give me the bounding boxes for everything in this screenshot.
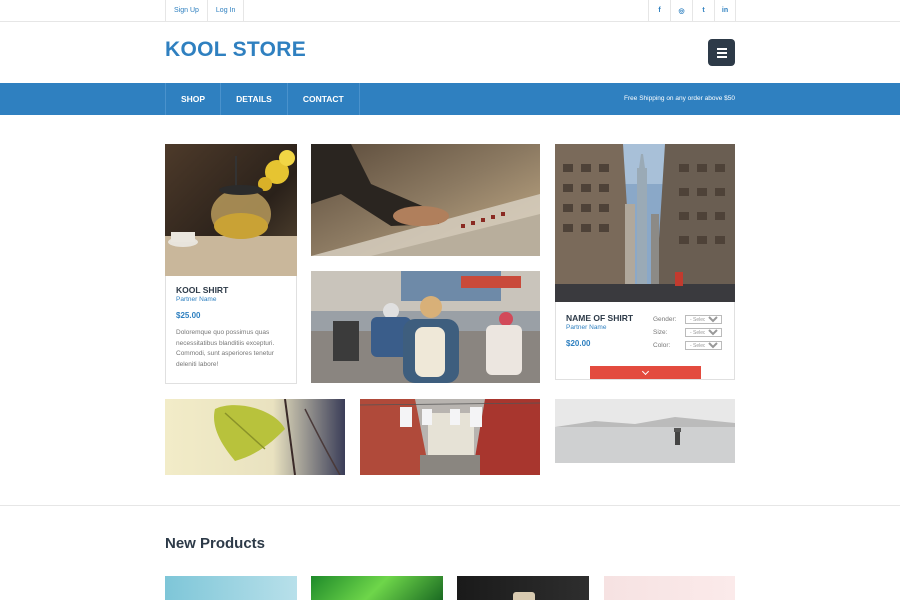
sea-photo[interactable] bbox=[555, 399, 735, 463]
gender-select[interactable]: - Select - bbox=[685, 315, 722, 324]
product-options: Gender: - Select - Size: - Select - Colo… bbox=[653, 313, 722, 352]
dribbble-icon[interactable]: ◎ bbox=[670, 0, 692, 21]
shipping-notice: Free Shipping on any order above $50 bbox=[624, 95, 735, 102]
expand-button[interactable] bbox=[590, 366, 701, 379]
size-label: Size: bbox=[653, 329, 668, 336]
section-divider bbox=[0, 505, 900, 506]
partner-name[interactable]: Partner Name bbox=[176, 296, 284, 303]
auth-links: Sign Up Log In bbox=[165, 0, 245, 21]
leaf-photo[interactable] bbox=[165, 399, 345, 475]
signup-link[interactable]: Sign Up bbox=[165, 0, 207, 21]
nav-item-details[interactable]: DETAILS bbox=[220, 83, 287, 115]
new-product-thumb-4[interactable] bbox=[604, 576, 735, 600]
new-product-thumb-2[interactable] bbox=[311, 576, 443, 600]
product-title[interactable]: KOOL SHIRT bbox=[176, 285, 284, 295]
linkedin-icon[interactable]: in bbox=[714, 0, 736, 21]
teapot-photo bbox=[165, 144, 297, 276]
gender-label: Gender: bbox=[653, 316, 677, 323]
facebook-icon[interactable]: f bbox=[648, 0, 670, 21]
store-logo[interactable]: KOOL STORE bbox=[165, 38, 306, 62]
social-links: f ◎ t in bbox=[648, 0, 736, 21]
nav-item-contact[interactable]: CONTACT bbox=[286, 83, 360, 115]
product-card-kool-shirt[interactable]: KOOL SHIRT Partner Name $25.00 Doloremqu… bbox=[165, 144, 297, 384]
product-price: $20.00 bbox=[566, 339, 591, 348]
new-products-heading: New Products bbox=[165, 535, 266, 552]
color-select[interactable]: - Select - bbox=[685, 341, 722, 350]
size-select[interactable]: - Select - bbox=[685, 328, 722, 337]
nav-item-shop[interactable]: SHOP bbox=[165, 83, 220, 115]
color-label: Color: bbox=[653, 342, 671, 349]
new-product-thumb-1[interactable] bbox=[165, 576, 297, 600]
product-description: Doloremque quo possimus quas necessitati… bbox=[176, 329, 275, 368]
mixer-photo[interactable] bbox=[311, 144, 540, 256]
partner-name[interactable]: Partner Name bbox=[566, 324, 633, 331]
top-utility-bar: Sign Up Log In f ◎ t in bbox=[0, 0, 900, 22]
main-nav: SHOP DETAILS CONTACT Free Shipping on an… bbox=[0, 83, 900, 115]
twitter-icon[interactable]: t bbox=[692, 0, 714, 21]
product-card-name-of-shirt[interactable]: NAME OF SHIRT Partner Name $20.00 Gender… bbox=[555, 144, 735, 380]
new-product-thumb-3[interactable] bbox=[457, 576, 589, 600]
street-crowd-photo[interactable] bbox=[311, 271, 540, 383]
product-title[interactable]: NAME OF SHIRT bbox=[566, 313, 633, 323]
hamburger-icon[interactable] bbox=[708, 39, 735, 66]
city-street-photo bbox=[555, 144, 735, 302]
product-price: $25.00 bbox=[176, 311, 201, 320]
alley-photo[interactable] bbox=[360, 399, 540, 475]
chevron-down-icon bbox=[641, 367, 650, 375]
login-link[interactable]: Log In bbox=[206, 0, 245, 21]
